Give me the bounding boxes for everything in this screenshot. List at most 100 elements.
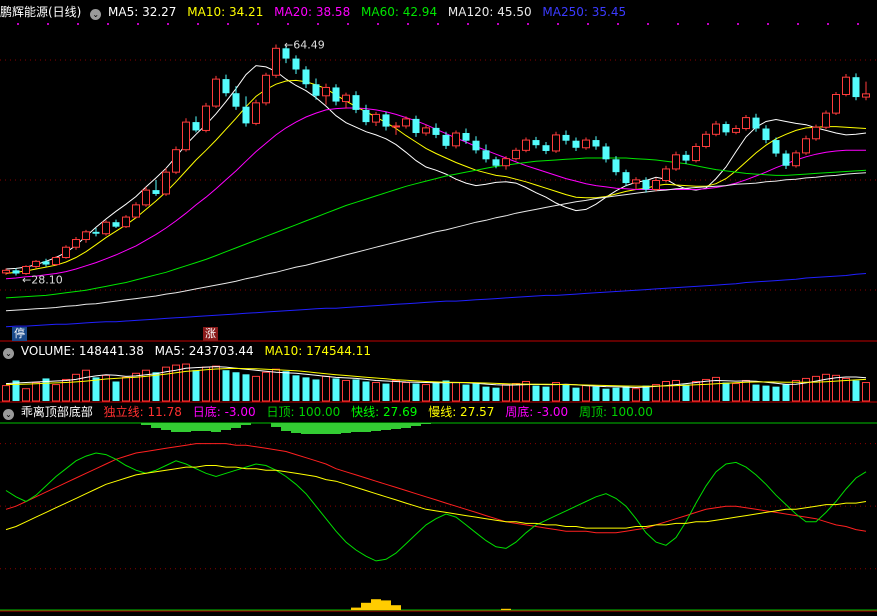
candle-body (692, 145, 700, 162)
candle-body (492, 159, 500, 166)
volume-bar (192, 370, 200, 401)
indicator-collapse-icon[interactable]: ⌄ (3, 409, 14, 420)
ma-line-ma10 (5, 79, 867, 274)
volume-collapse-icon[interactable]: ⌄ (3, 348, 14, 359)
candle-body (672, 154, 680, 170)
candle-body (432, 127, 440, 135)
volume-bar (732, 383, 740, 402)
volume-bar (472, 383, 480, 401)
candle-body (232, 93, 240, 107)
signal-dot-4 (137, 23, 139, 25)
candle-body (532, 140, 540, 146)
indicator-line-1 (5, 452, 867, 562)
volume-bar (542, 386, 550, 401)
candle-body (42, 261, 50, 265)
ma60-label: MA60: 42.94 (361, 5, 438, 19)
candle-body (392, 125, 400, 128)
signal-dot-25 (767, 23, 769, 25)
signal-dot-17 (527, 23, 529, 25)
candle-body (92, 231, 100, 234)
candle-body (482, 150, 490, 160)
candle-body (622, 172, 630, 184)
volume-bar (742, 379, 750, 402)
candle-body (72, 239, 80, 248)
candle-body (652, 179, 660, 190)
indicator-weekbottom-label: 周底: -3.00 (505, 405, 569, 419)
top-signal-bar (321, 423, 331, 434)
volume-bar (482, 386, 490, 401)
rise-badge[interactable]: 涨 (203, 327, 218, 341)
stop-badge[interactable]: 停 (12, 327, 27, 341)
volume-bar (272, 368, 280, 402)
candle-body (862, 93, 870, 98)
volume-bar (362, 381, 370, 401)
signal-dot-2 (77, 23, 79, 25)
top-signal-bar (181, 423, 191, 432)
candle-body (242, 106, 250, 124)
volume-bar (612, 387, 620, 401)
candle-body (102, 221, 110, 235)
volume-bar (22, 388, 30, 402)
volume-bar (572, 387, 580, 401)
candle-body (662, 168, 670, 181)
volume-bar (492, 387, 500, 401)
ma-line-ma250 (5, 273, 867, 328)
signal-dot-27 (827, 23, 829, 25)
ma5-label: MA5: 32.27 (108, 5, 177, 19)
indicator-weektop-label: 周顶: 100.00 (579, 405, 653, 419)
volume-bar (32, 382, 40, 402)
volume-bar (212, 365, 220, 402)
signal-dot-3 (107, 23, 109, 25)
top-signal-bar (141, 423, 151, 425)
volume-bar (752, 384, 760, 401)
volume-bar (202, 366, 210, 402)
candle-body (792, 152, 800, 167)
bottom-signal-bar (351, 607, 361, 610)
volume-label: VOLUME: 148441.38 (20, 344, 144, 358)
volume-legend: ⌄ VOLUME: 148441.38 MA5: 243703.44 MA10:… (0, 343, 378, 359)
candle-body (582, 139, 590, 149)
volume-bar (432, 381, 440, 401)
top-signal-bar (361, 423, 371, 432)
collapse-icon[interactable]: ⌄ (90, 9, 102, 20)
candle-body (782, 153, 790, 166)
signal-dot-14 (437, 23, 439, 25)
signal-dot-9 (287, 23, 289, 25)
volume-bar (422, 384, 430, 402)
volume-bar (352, 379, 360, 401)
candle-body (542, 145, 550, 151)
volume-bar (292, 375, 300, 401)
signal-dot-1 (47, 23, 49, 25)
candle-body (312, 84, 320, 96)
candle-body (422, 127, 430, 134)
volume-bar (632, 388, 640, 402)
volume-bar (342, 379, 350, 402)
indicator-name: 乖离顶部底部 (20, 405, 93, 419)
ma-line-ma5 (5, 65, 867, 270)
high-annotation: ←64.49 (284, 38, 325, 51)
volume-bar (532, 385, 540, 401)
ma-line-ma60 (5, 157, 867, 299)
volume-bar (332, 378, 340, 401)
candle-body (202, 105, 210, 131)
signal-dot-0 (17, 23, 19, 25)
volume-bar (182, 363, 190, 402)
candle-body (182, 121, 190, 151)
ma10-label: MA10: 34.21 (187, 5, 264, 19)
top-signal-bar (341, 423, 351, 433)
signal-dot-5 (167, 23, 169, 25)
volume-bar (622, 386, 630, 401)
candle-body (852, 77, 860, 98)
candle-body (682, 154, 690, 161)
signal-dot-26 (797, 23, 799, 25)
volume-bar (702, 378, 710, 402)
candle-body (32, 260, 40, 267)
candle-body (712, 123, 720, 135)
top-signal-bar (351, 423, 361, 432)
volume-bar (152, 372, 160, 401)
top-signal-bar (231, 423, 241, 428)
volume-ma10-label: MA10: 174544.11 (264, 344, 372, 358)
chart-canvas[interactable]: ←64.49 ←28.10 (0, 0, 877, 616)
signal-dot-7 (227, 23, 229, 25)
candle-body (332, 87, 340, 102)
